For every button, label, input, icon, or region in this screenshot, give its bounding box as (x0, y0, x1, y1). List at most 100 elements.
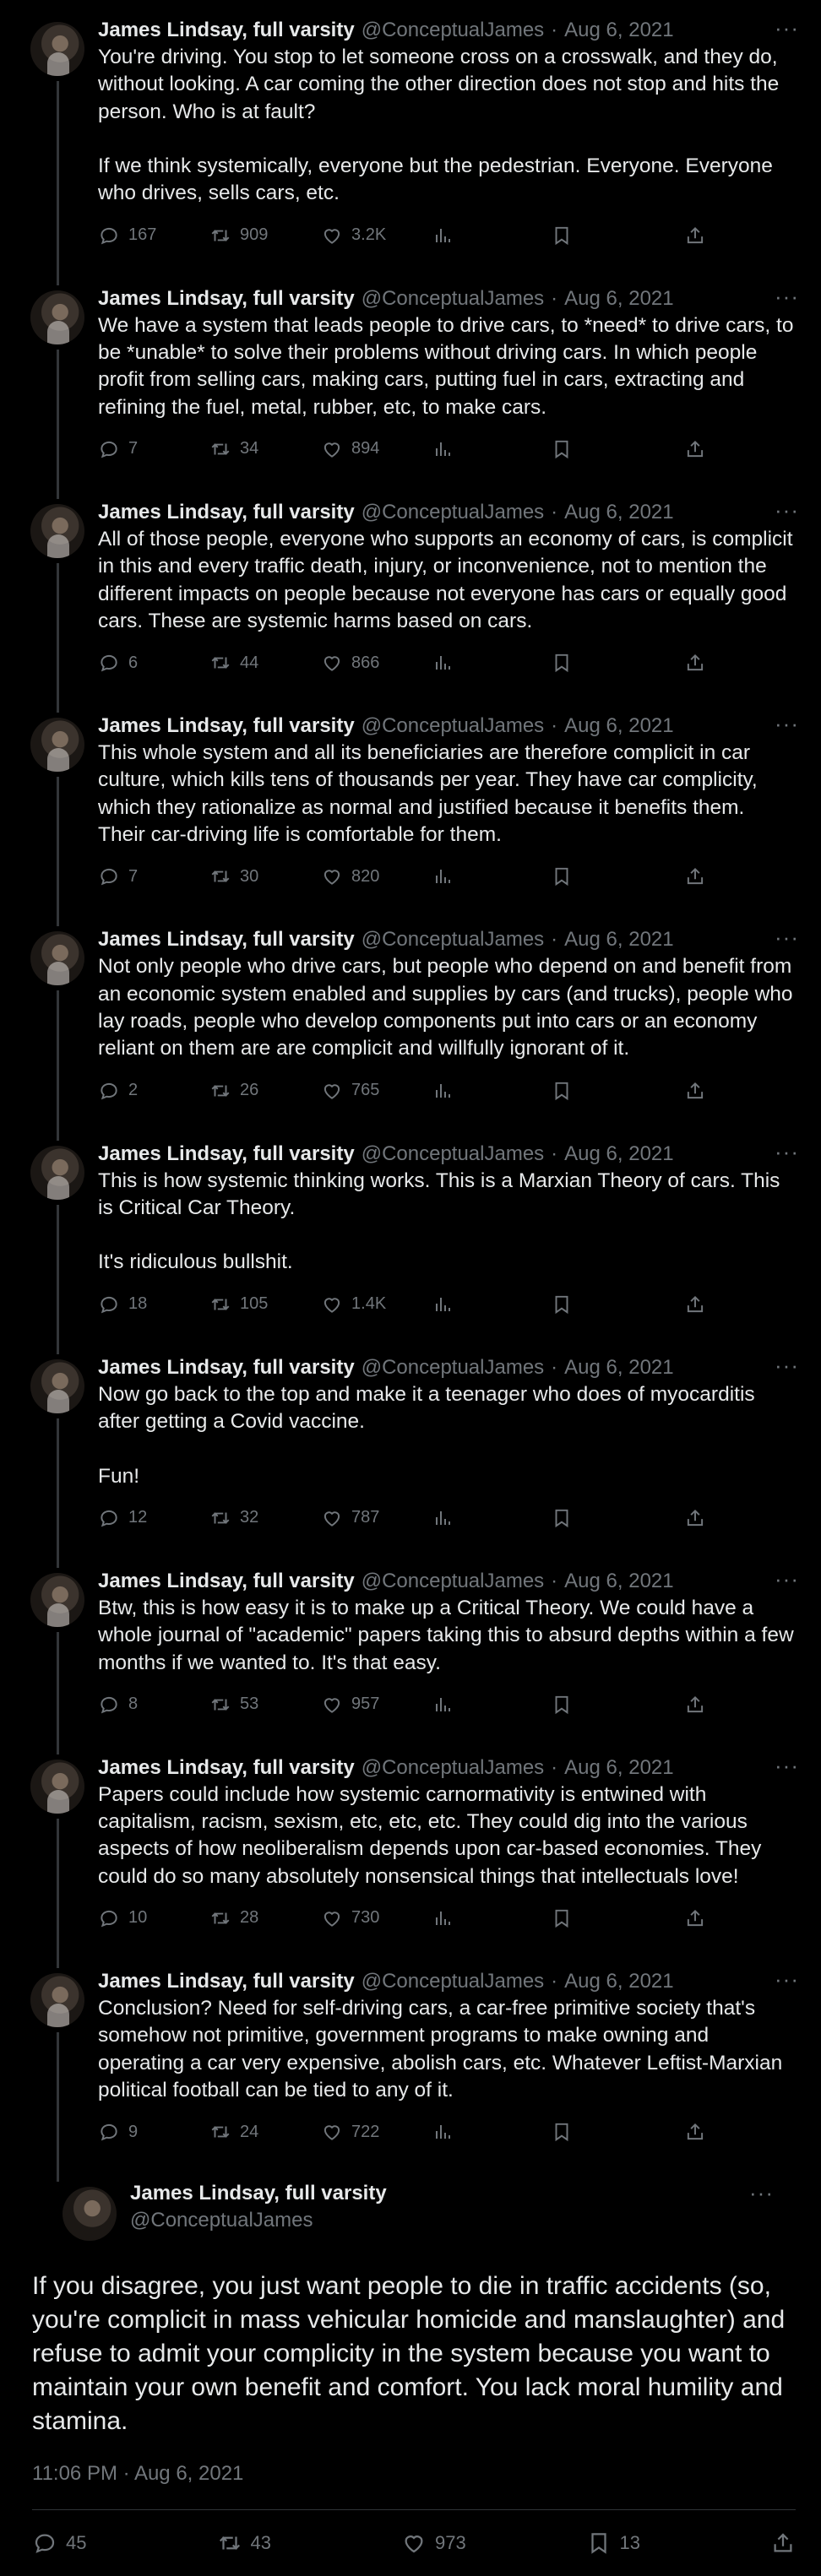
bookmark-button[interactable]: 13 (586, 2530, 771, 2556)
tweet-date[interactable]: Aug 6, 2021 (564, 1356, 673, 1380)
author-name[interactable]: James Lindsay, full varsity (130, 2182, 387, 2205)
avatar[interactable] (30, 1572, 84, 1627)
reply-button[interactable]: 7 (98, 438, 209, 460)
reply-button[interactable]: 167 (98, 225, 209, 247)
author-name[interactable]: James Lindsay, full varsity (98, 501, 355, 524)
author-name[interactable]: James Lindsay, full varsity (98, 287, 355, 311)
views-button[interactable] (432, 225, 551, 246)
author-handle[interactable]: @ConceptualJames (130, 2209, 313, 2232)
thread-tweet[interactable]: James Lindsay, full varsity @ConceptualJa… (0, 0, 821, 268)
author-handle[interactable]: @ConceptualJames (362, 714, 544, 738)
retweet-button[interactable]: 909 (209, 225, 321, 247)
tweet-date[interactable]: Aug 6, 2021 (564, 1756, 673, 1780)
views-button[interactable] (432, 1908, 551, 1928)
like-button[interactable]: 730 (321, 1907, 432, 1929)
like-button[interactable]: 3.2K (321, 225, 432, 247)
thread-tweet[interactable]: James Lindsay, full varsity @ConceptualJa… (0, 1951, 821, 2165)
views-button[interactable] (432, 866, 551, 887)
tweet-date[interactable]: Aug 6, 2021 (564, 287, 673, 311)
avatar[interactable] (30, 290, 84, 344)
retweet-button[interactable]: 44 (209, 652, 321, 674)
reply-button[interactable]: 12 (98, 1507, 209, 1529)
share-button[interactable] (684, 1694, 796, 1716)
avatar[interactable] (30, 1972, 84, 2027)
author-name[interactable]: James Lindsay, full varsity (98, 1356, 355, 1380)
like-button[interactable]: 765 (321, 1080, 432, 1102)
thread-tweet[interactable]: James Lindsay, full varsity @ConceptualJa… (0, 1738, 821, 1951)
share-button[interactable] (684, 1293, 796, 1315)
like-button[interactable]: 973 (401, 2530, 586, 2556)
share-button[interactable] (684, 1080, 796, 1102)
more-icon[interactable]: ··· (775, 15, 799, 41)
tweet-date[interactable]: Aug 6, 2021 (564, 19, 673, 42)
share-button[interactable] (684, 652, 796, 674)
share-button[interactable] (770, 2530, 796, 2556)
bookmark-button[interactable] (551, 225, 662, 247)
thread-tweet[interactable]: James Lindsay, full varsity @ConceptualJa… (0, 268, 821, 482)
reply-button[interactable]: 8 (98, 1694, 209, 1716)
more-icon[interactable]: ··· (775, 925, 799, 951)
reply-button[interactable]: 6 (98, 652, 209, 674)
more-icon[interactable]: ··· (775, 1753, 799, 1779)
reply-button[interactable]: 10 (98, 1907, 209, 1929)
reply-button[interactable]: 7 (98, 865, 209, 887)
bookmark-button[interactable] (551, 1293, 662, 1315)
author-name[interactable]: James Lindsay, full varsity (98, 1970, 355, 1993)
views-button[interactable] (432, 1695, 551, 1715)
more-icon[interactable]: ··· (775, 1353, 799, 1379)
author-handle[interactable]: @ConceptualJames (362, 1356, 544, 1380)
author-handle[interactable]: @ConceptualJames (362, 19, 544, 42)
bookmark-button[interactable] (551, 438, 662, 460)
bookmark-button[interactable] (551, 652, 662, 674)
thread-tweet[interactable]: James Lindsay, full varsity @ConceptualJa… (0, 1337, 821, 1551)
views-button[interactable] (432, 1508, 551, 1528)
share-button[interactable] (684, 865, 796, 887)
thread-tweet[interactable]: James Lindsay, full varsity @ConceptualJa… (0, 482, 821, 696)
bookmark-button[interactable] (551, 1907, 662, 1929)
thread-tweet[interactable]: James Lindsay, full varsity @ConceptualJa… (0, 696, 821, 909)
author-handle[interactable]: @ConceptualJames (362, 501, 544, 524)
retweet-button[interactable]: 26 (209, 1080, 321, 1102)
author-handle[interactable]: @ConceptualJames (362, 1570, 544, 1593)
retweet-button[interactable]: 53 (209, 1694, 321, 1716)
tweet-date[interactable]: Aug 6, 2021 (564, 1970, 673, 1993)
views-button[interactable] (432, 1294, 551, 1315)
reply-button[interactable]: 9 (98, 2121, 209, 2143)
share-button[interactable] (684, 1907, 796, 1929)
bookmark-button[interactable] (551, 2121, 662, 2143)
like-button[interactable]: 1.4K (321, 1293, 432, 1315)
more-icon[interactable]: ··· (775, 711, 799, 737)
like-button[interactable]: 866 (321, 652, 432, 674)
thread-tweet[interactable]: James Lindsay, full varsity @ConceptualJa… (0, 909, 821, 1123)
tweet-date[interactable]: Aug 6, 2021 (564, 1142, 673, 1166)
retweet-button[interactable]: 34 (209, 438, 321, 460)
retweet-button[interactable]: 105 (209, 1293, 321, 1315)
thread-tweet[interactable]: James Lindsay, full varsity @ConceptualJa… (0, 1124, 821, 1337)
avatar[interactable] (30, 931, 84, 986)
reply-button[interactable]: 45 (32, 2530, 217, 2556)
bookmark-button[interactable] (551, 1507, 662, 1529)
tweet-date[interactable]: Aug 6, 2021 (564, 928, 673, 952)
author-handle[interactable]: @ConceptualJames (362, 1970, 544, 1993)
share-button[interactable] (684, 438, 796, 460)
author-name[interactable]: James Lindsay, full varsity (98, 928, 355, 952)
tweet-date[interactable]: Aug 6, 2021 (564, 714, 673, 738)
share-button[interactable] (684, 2121, 796, 2143)
retweet-button[interactable]: 28 (209, 1907, 321, 1929)
avatar[interactable] (63, 2187, 117, 2242)
like-button[interactable]: 722 (321, 2121, 432, 2143)
more-icon[interactable]: ··· (775, 1966, 799, 1993)
avatar[interactable] (30, 718, 84, 773)
more-icon[interactable]: ··· (775, 1566, 799, 1592)
author-handle[interactable]: @ConceptualJames (362, 1142, 544, 1166)
views-button[interactable] (432, 439, 551, 459)
like-button[interactable]: 787 (321, 1507, 432, 1529)
reply-button[interactable]: 18 (98, 1293, 209, 1315)
avatar[interactable] (30, 22, 84, 76)
retweet-button[interactable]: 43 (217, 2530, 402, 2556)
author-handle[interactable]: @ConceptualJames (362, 287, 544, 311)
reply-button[interactable]: 2 (98, 1080, 209, 1102)
tweet-date[interactable]: Aug 6, 2021 (564, 1570, 673, 1593)
views-button[interactable] (432, 2122, 551, 2142)
like-button[interactable]: 894 (321, 438, 432, 460)
